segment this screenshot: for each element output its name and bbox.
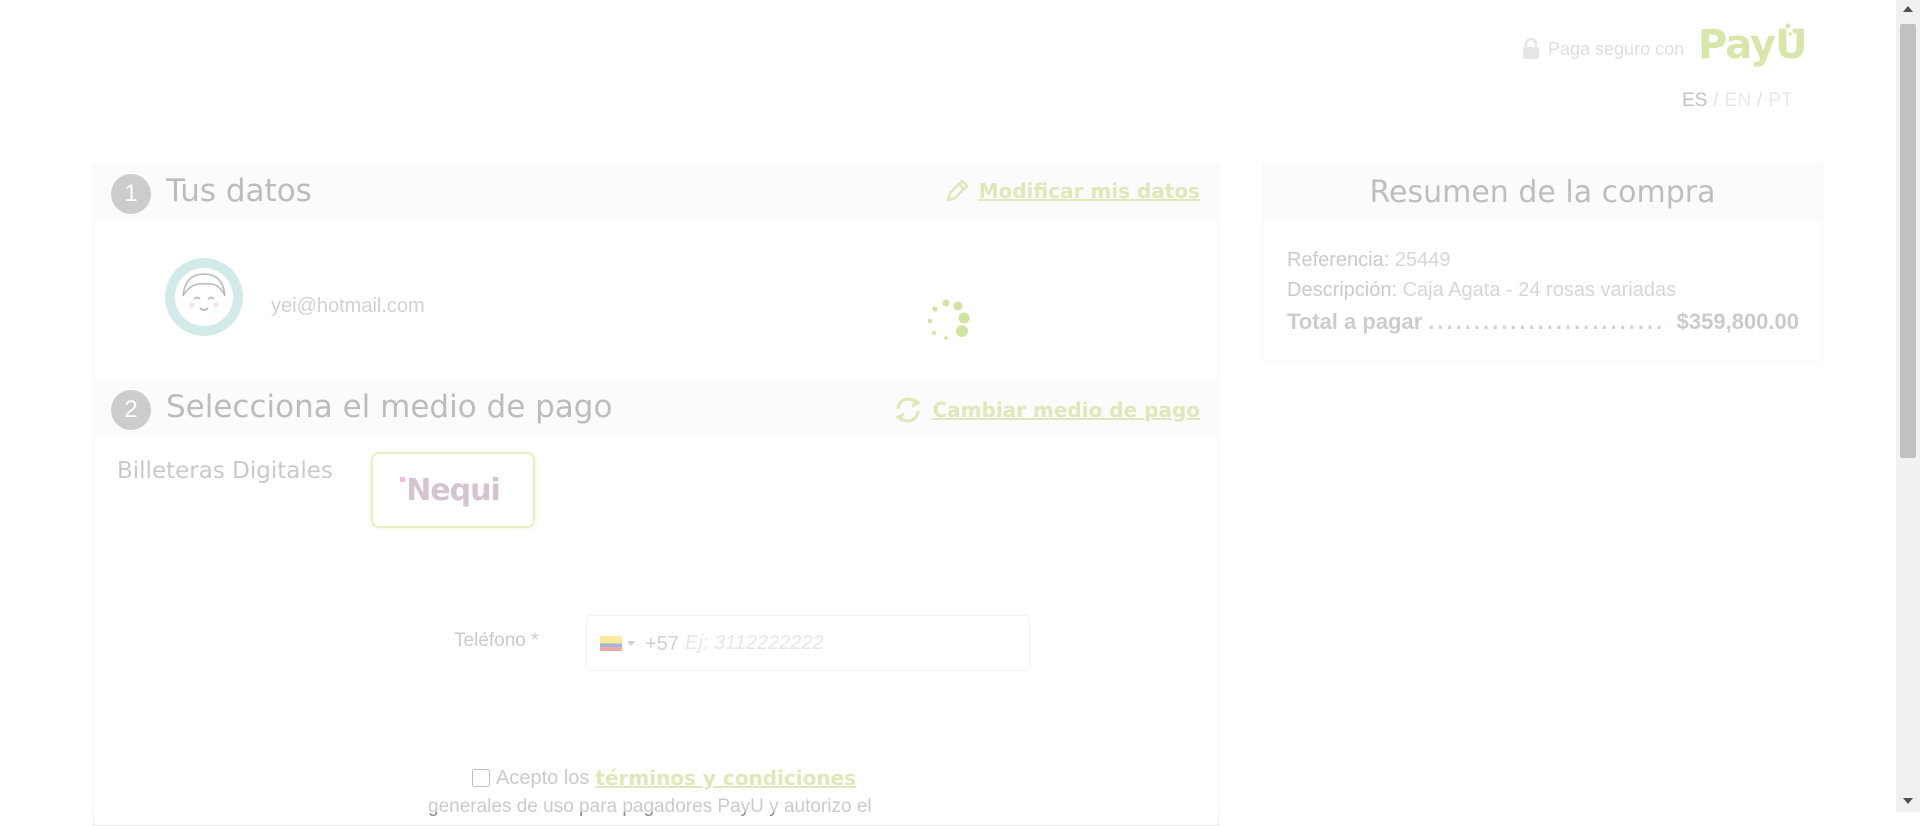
checkout-panel: 1 Tus datos Modificar mis datos yei@hotm… bbox=[93, 164, 1219, 826]
step2-header: 2 Selecciona el medio de pago Cambiar me… bbox=[94, 381, 1218, 437]
summary-title: Resumen de la compra bbox=[1263, 165, 1822, 221]
terms-link[interactable]: términos y condiciones bbox=[595, 766, 856, 790]
phone-input[interactable] bbox=[683, 626, 1017, 660]
lang-en[interactable]: EN bbox=[1725, 90, 1751, 111]
step2-number: 2 bbox=[111, 390, 151, 430]
avatar bbox=[165, 258, 243, 336]
lock-icon bbox=[1523, 38, 1539, 59]
summary-reference: Referencia: 25449 bbox=[1287, 249, 1451, 271]
step2-title: Selecciona el medio de pago bbox=[166, 389, 613, 425]
secure-payment-notice: Paga seguro con bbox=[1522, 34, 1684, 64]
total-leader-dots: ........................................… bbox=[1428, 309, 1667, 334]
country-code: +57 bbox=[645, 633, 679, 655]
lang-es[interactable]: ES bbox=[1682, 90, 1707, 111]
digital-wallets-label: Billeteras Digitales bbox=[117, 458, 333, 484]
phone-label: Teléfono * bbox=[454, 630, 539, 651]
refresh-icon bbox=[894, 397, 921, 423]
phone-field[interactable]: +57 bbox=[586, 615, 1030, 671]
terms-text-line2: generales de uso para pagadores PayU y a… bbox=[428, 796, 872, 817]
page-scrollbar[interactable] bbox=[1896, 0, 1920, 812]
step1-title: Tus datos bbox=[166, 173, 312, 209]
total-amount: $359,800.00 bbox=[1676, 309, 1799, 334]
nequi-logo: Nequi bbox=[400, 473, 501, 508]
nequi-option[interactable]: Nequi bbox=[371, 452, 535, 528]
loading-spinner-icon bbox=[927, 299, 970, 340]
terms-checkbox[interactable] bbox=[472, 769, 490, 787]
order-summary: Resumen de la compra Referencia: 25449 D… bbox=[1262, 164, 1823, 362]
change-payment-link[interactable]: Cambiar medio de pago bbox=[891, 393, 1200, 427]
secure-label: Paga seguro con bbox=[1548, 38, 1685, 59]
user-email: yei@hotmail.com bbox=[271, 295, 425, 317]
scroll-up-icon[interactable] bbox=[1903, 6, 1913, 12]
payu-logo-dots bbox=[1785, 23, 1798, 36]
avatar-face-icon bbox=[175, 268, 233, 326]
language-switcher: ES / EN / PT bbox=[1682, 90, 1793, 111]
scrollbar-thumb[interactable] bbox=[1900, 24, 1916, 458]
step1-number: 1 bbox=[111, 174, 151, 214]
country-dropdown-icon[interactable] bbox=[627, 641, 635, 646]
colombia-flag-icon[interactable] bbox=[600, 636, 622, 651]
modify-data-link[interactable]: Modificar mis datos bbox=[943, 177, 1200, 205]
scroll-down-icon[interactable] bbox=[1903, 798, 1913, 804]
step1-header: 1 Tus datos Modificar mis datos bbox=[94, 165, 1218, 221]
terms-row: Acepto los términos y condiciones bbox=[472, 766, 856, 790]
pencil-icon bbox=[946, 179, 968, 202]
lang-pt[interactable]: PT bbox=[1768, 90, 1792, 111]
summary-total: Total a pagar ..........................… bbox=[1287, 309, 1799, 334]
summary-description: Descripción: Caja Agata - 24 rosas varia… bbox=[1287, 279, 1677, 301]
